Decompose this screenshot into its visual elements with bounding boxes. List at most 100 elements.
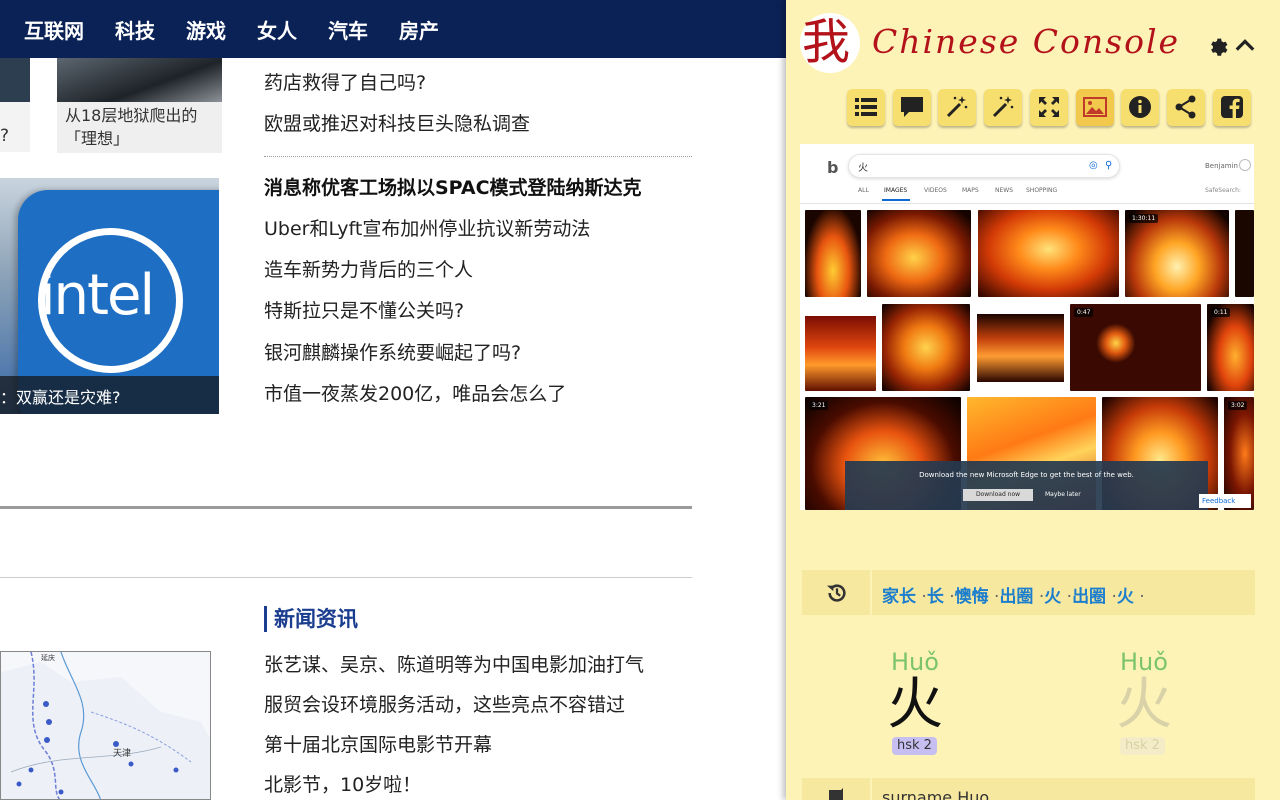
fire-image-result[interactable] [805,304,876,391]
toolbar-share-button[interactable] [1167,89,1205,126]
video-duration-badge: 3:02 [1228,401,1248,410]
entry-hanzi-alt[interactable]: 火 [1116,672,1172,738]
headline-link[interactable]: 银河麒麟操作系统要崛起了吗? [264,338,521,365]
settings-gear-icon[interactable] [1206,34,1230,58]
headline-link[interactable]: 欧盟或推迟对科技巨头隐私调查 [264,109,530,136]
tab-maps[interactable]: MAPS [962,187,979,194]
entry-hanzi[interactable]: 火 [887,672,943,738]
logo-character: 我 [802,14,851,70]
headline-link[interactable]: 第十届北京国际电影节开幕 [264,730,492,757]
history-word-link[interactable]: 出圈 [1072,587,1106,607]
search-query-box[interactable]: 火 ◎ ⚲ [848,154,1120,178]
fire-image-result[interactable] [977,304,1064,391]
tab-images[interactable]: IMAGES [884,187,907,194]
nav-item-games[interactable]: 游戏 [186,15,226,44]
video-duration-badge: 3:21 [809,401,829,410]
video-duration-badge: 1:30:11 [1129,214,1159,223]
headline-link[interactable]: 北影节，10岁啦！ [264,770,421,797]
user-avatar-icon[interactable] [1239,159,1251,171]
book-icon [829,788,843,800]
news-thumbnail-card[interactable]: 从18层地狱爬出的「理想」 [57,58,222,153]
magic-wand-icon [946,96,968,118]
screen: 互联网 科技 游戏 女人 汽车 房产 ? 从18层地狱爬出的「理想」 药店救得了… [0,0,1280,800]
search-icon[interactable]: ⚲ [1105,160,1112,171]
headline-link[interactable]: 造车新势力背后的三个人 [264,255,473,282]
camera-search-icon[interactable]: ◎ [1089,160,1098,171]
partial-thumbnail-image[interactable] [0,58,30,102]
tab-all[interactable]: ALL [858,187,869,194]
history-word-link[interactable]: 家长 [882,587,916,607]
tab-news[interactable]: NEWS [995,187,1013,194]
headline-link[interactable]: 市值一夜蒸发200亿，唯品会怎么了 [264,379,566,406]
facebook-icon [1221,96,1243,118]
history-word-link[interactable]: 长 [927,587,944,607]
toolbar-wand-button-2[interactable] [984,89,1022,126]
edge-maybe-later-button[interactable]: Maybe later [1045,491,1081,498]
magic-wand-icon [992,96,1014,118]
headline-link[interactable]: 张艺谋、吴京、陈道明等为中国电影加油打气 [264,650,644,677]
history-word-link[interactable]: 懊悔 [955,587,989,607]
toolbar-facebook-button[interactable] [1213,89,1251,126]
fire-image-result[interactable] [882,304,970,391]
tab-shopping[interactable]: SHOPPING [1026,187,1057,194]
partial-thumbnail-caption[interactable]: ? [0,102,30,152]
edge-promo-message: Download the new Microsoft Edge to get t… [919,471,1134,479]
fire-video-result[interactable] [1207,304,1254,391]
expand-icon [1039,97,1059,117]
nav-item-realestate[interactable]: 房产 [399,15,439,44]
user-name[interactable]: Benjamin [1205,162,1238,170]
section-divider [0,506,692,509]
history-word-link[interactable]: 火 [1117,587,1134,607]
headline-link[interactable]: 药店救得了自己吗? [264,68,426,95]
info-icon [1129,96,1151,118]
list-icon [855,98,877,116]
history-icon [826,584,846,602]
collapse-chevron-up-icon[interactable] [1234,34,1258,58]
top-navigation: 互联网 科技 游戏 女人 汽车 房产 [0,0,786,58]
feedback-button[interactable]: Feedback [1199,494,1251,508]
tab-videos[interactable]: VIDEOS [924,187,947,194]
nav-item-internet[interactable]: 互联网 [24,15,84,44]
intel-news-image[interactable]: intel ：双赢还是灾难? [0,178,219,414]
toolbar-comment-button[interactable] [893,89,931,126]
toolbar-wand-button[interactable] [938,89,976,126]
headline-link-featured[interactable]: 消息称优客工场拟以SPAC模式登陆纳斯达克 [264,173,642,200]
fire-image-result[interactable] [1235,210,1254,297]
dotted-divider [264,156,692,157]
headline-link[interactable]: 特斯拉只是不懂公关吗? [264,296,464,323]
image-search-results[interactable]: b 火 ◎ ⚲ Benjamin ALL IMAGES VIDEOS MAPS … [800,144,1254,510]
toolbar-info-button[interactable] [1121,89,1159,126]
map-label-yanqing: 延庆 [41,653,55,662]
video-duration-badge: 0:11 [1211,308,1231,317]
fire-video-result[interactable] [1070,304,1201,391]
bing-search-header: b 火 ◎ ⚲ Benjamin ALL IMAGES VIDEOS MAPS … [800,144,1254,204]
fire-image-result[interactable] [978,210,1119,297]
image-icon [1083,97,1107,117]
intel-caption-bar: ：双赢还是灾难? [0,376,219,414]
intel-caption-text: ：双赢还是灾难? [0,388,121,407]
edge-download-button[interactable]: Download now [963,489,1033,501]
edge-promo-banner: Download the new Microsoft Edge to get t… [845,461,1208,510]
history-icon-cell[interactable] [802,570,870,615]
speech-bubble-icon [901,97,923,117]
fire-image-result[interactable] [867,210,971,297]
section-divider-thin [0,577,692,578]
history-word-link[interactable]: 出圈 [999,587,1033,607]
fire-video-result[interactable] [1125,210,1229,297]
nav-item-auto[interactable]: 汽车 [328,15,368,44]
safe-search-label[interactable]: SafeSearch: [1205,187,1241,194]
section-title[interactable]: 新闻资讯 [264,606,358,632]
headline-link[interactable]: 服贸会设环境服务活动，这些亮点不容错过 [264,690,625,717]
map-image[interactable]: 延庆 天津 [0,651,211,800]
headline-link[interactable]: Uber和Lyft宣布加州停业抗议新劳动法 [264,214,590,241]
definition-icon-cell [802,778,870,800]
toolbar-list-button[interactable] [847,89,885,126]
news-thumbnail-image [57,58,222,102]
nav-item-women[interactable]: 女人 [257,15,297,44]
nav-item-tech[interactable]: 科技 [115,15,155,44]
toolbar-expand-button[interactable] [1030,89,1068,126]
fire-image-result[interactable] [805,210,861,297]
toolbar-image-button[interactable] [1076,89,1114,126]
history-words: 家长 ·长 ·懊悔 ·出圈 ·火 ·出圈 ·火 · [882,582,1145,607]
history-word-link[interactable]: 火 [1044,587,1061,607]
